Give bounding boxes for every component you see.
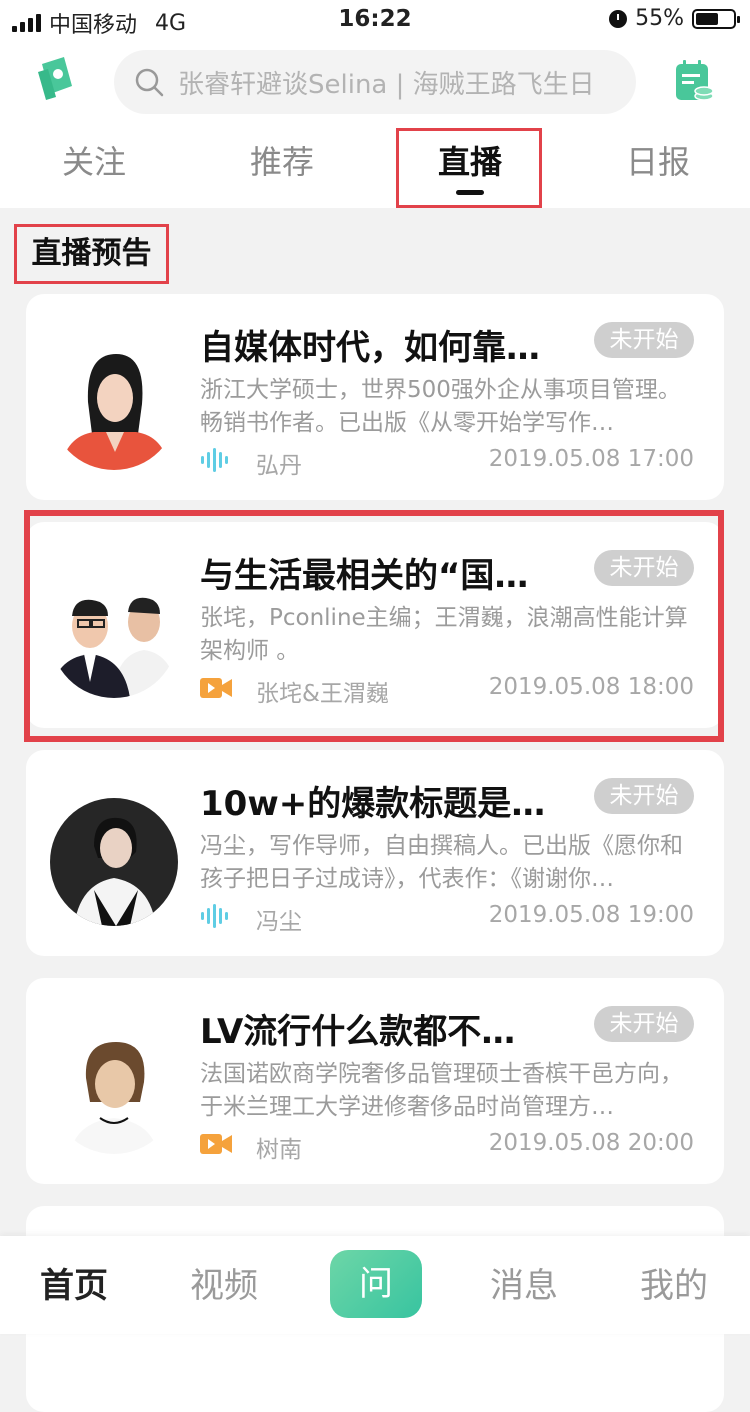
top-bar: 张睿轩避谈Selina | 海贼王路飞生日 关注 推荐 直播 日报: [0, 40, 750, 208]
status-right: 55%: [609, 6, 740, 31]
host-avatar: [50, 798, 178, 926]
search-placeholder: 张睿轩避谈Selina | 海贼王路飞生日: [178, 69, 595, 100]
search-bar[interactable]: 张睿轩避谈Selina | 海贼王路飞生日: [114, 50, 636, 114]
app-logo-icon[interactable]: [34, 54, 78, 100]
section-title: 直播预告: [14, 224, 169, 284]
nav-me[interactable]: 我的: [614, 1258, 734, 1307]
bottom-nav: 首页 视频 问 消息 我的: [0, 1236, 750, 1334]
search-icon: [135, 68, 164, 97]
live-card-highlight: [24, 510, 724, 742]
live-card[interactable]: 10w+的爆款标题是… 未开始 冯尘，写作导师，自由撰稿人。已出版《愿你和孩子把…: [26, 750, 724, 956]
host-name: 树南: [256, 1137, 302, 1163]
status-badge: 未开始: [594, 1006, 694, 1042]
audio-wave-icon: [201, 448, 228, 472]
video-camera-icon: [200, 1134, 232, 1154]
live-description: 浙江大学硕士，世界500强外企从事项目管理。畅销书作者。已出版《从零开始学写作…: [200, 377, 681, 436]
tab-bar: 关注 推荐 直播 日报: [0, 132, 750, 208]
live-description: 冯尘，写作导师，自由撰稿人。已出版《愿你和孩子把日子过成诗》，代表作：《谢谢你…: [200, 833, 683, 892]
nav-video[interactable]: 视频: [164, 1258, 284, 1307]
live-time: 2019.05.08 20:00: [488, 1130, 694, 1156]
status-bar: 中国移动 4G 16:22 55%: [0, 0, 750, 40]
live-time: 2019.05.08 17:00: [488, 446, 694, 472]
tab-daily[interactable]: 日报: [588, 132, 728, 208]
nav-messages[interactable]: 消息: [464, 1258, 584, 1307]
live-title: 10w+的爆款标题是…: [200, 784, 546, 824]
calendar-icon[interactable]: [674, 58, 714, 104]
host-avatar: [50, 1026, 178, 1154]
live-description: 法国诺欧商学院奢侈品管理硕士香槟干邑方向，于米兰理工大学进修奢侈品时尚管理方…: [200, 1061, 683, 1120]
host-name: 弘丹: [256, 453, 302, 479]
live-meta: 冯尘 2019.05.08 19:00: [200, 902, 694, 935]
tab-recommend[interactable]: 推荐: [212, 132, 352, 208]
live-title: 自媒体时代，如何靠…: [200, 328, 540, 368]
battery-icon: [692, 8, 740, 29]
live-meta: 树南 2019.05.08 20:00: [200, 1130, 694, 1163]
live-meta: 弘丹 2019.05.08 17:00: [200, 446, 694, 479]
battery-percent: 55%: [635, 6, 684, 31]
host-avatar: [50, 342, 178, 470]
host-name: 冯尘: [256, 909, 302, 935]
status-badge: 未开始: [594, 322, 694, 358]
tab-live-highlight: [396, 128, 542, 208]
nav-ask-button[interactable]: 问: [330, 1250, 422, 1318]
live-card[interactable]: 自媒体时代，如何靠… 未开始 浙江大学硕士，世界500强外企从事项目管理。畅销书…: [26, 294, 724, 500]
live-card[interactable]: LV流行什么款都不… 未开始 法国诺欧商学院奢侈品管理硕士香槟干邑方向，于米兰理…: [26, 978, 724, 1184]
nav-home[interactable]: 首页: [14, 1258, 134, 1307]
status-badge: 未开始: [594, 778, 694, 814]
tab-follow[interactable]: 关注: [24, 132, 164, 208]
audio-wave-icon: [201, 904, 228, 928]
alarm-icon: [609, 9, 628, 28]
live-title: LV流行什么款都不…: [200, 1012, 516, 1052]
live-time: 2019.05.08 19:00: [488, 902, 694, 928]
